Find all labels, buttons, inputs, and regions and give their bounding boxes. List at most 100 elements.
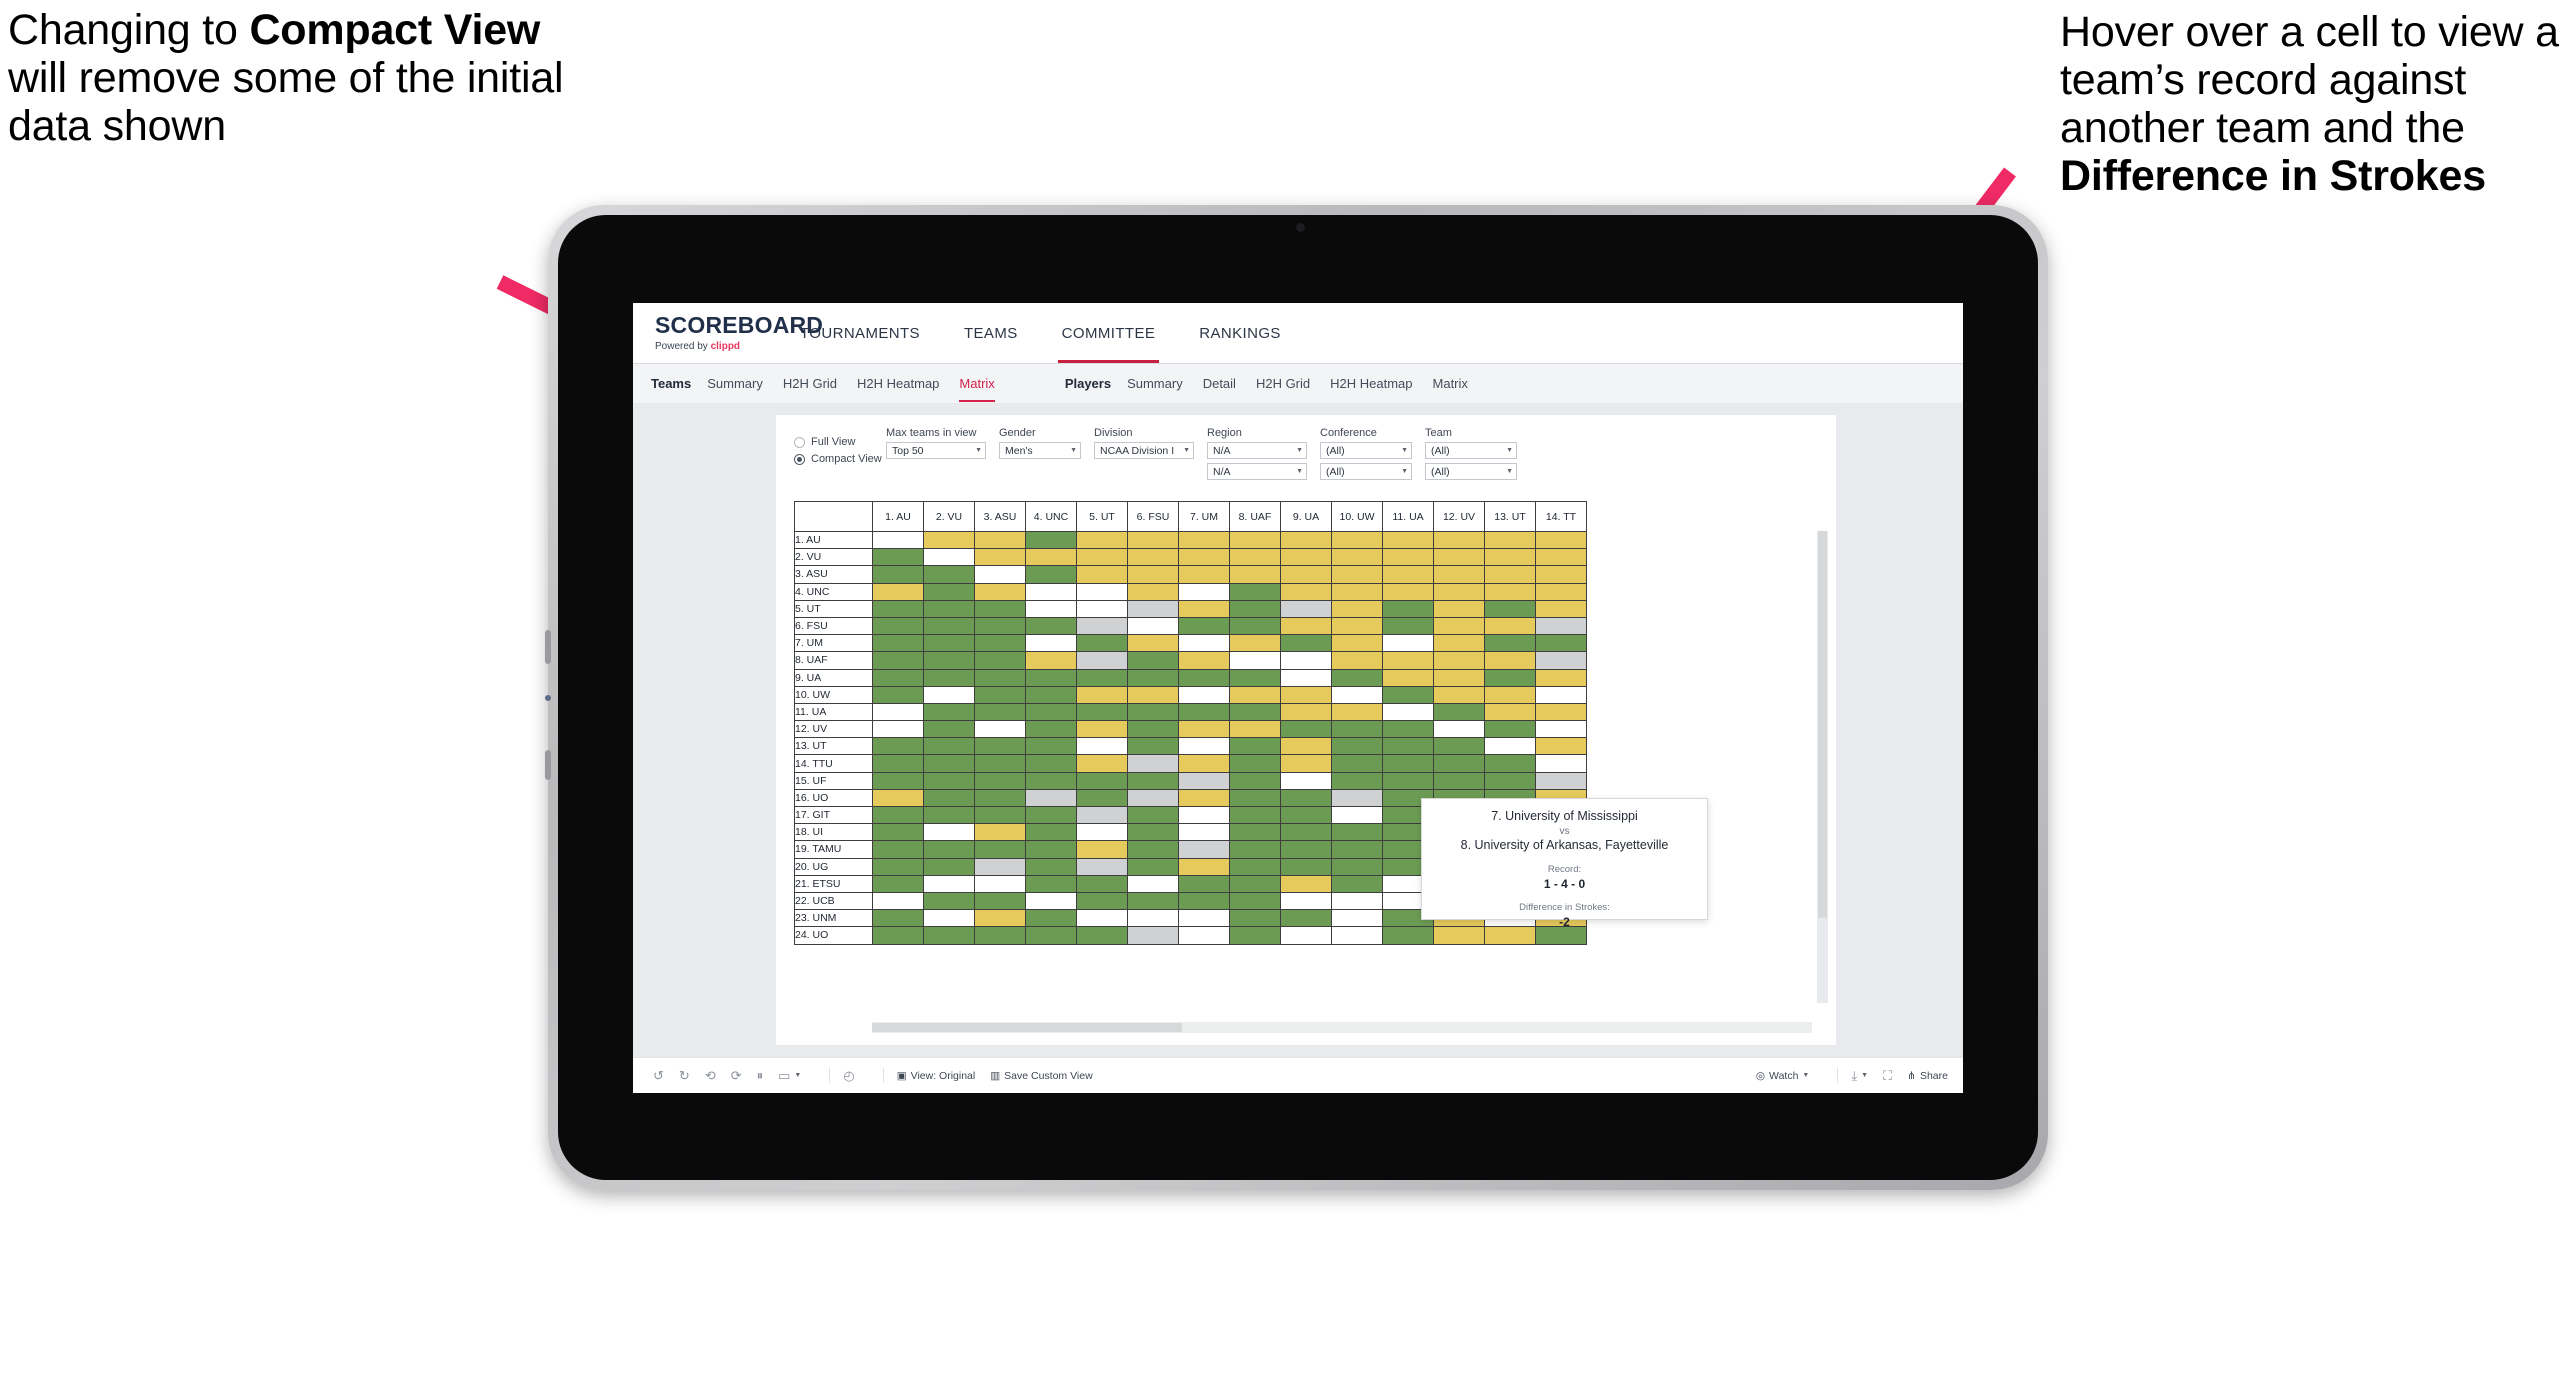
matrix-cell[interactable] — [923, 857, 975, 876]
matrix-cell[interactable] — [974, 530, 1026, 550]
matrix-cell[interactable] — [974, 599, 1026, 618]
matrix-cell[interactable] — [974, 926, 1026, 945]
matrix-cell[interactable] — [1331, 823, 1383, 842]
revert-icon[interactable]: ⟲ — [705, 1068, 716, 1084]
matrix-cell[interactable] — [1025, 548, 1077, 567]
matrix-cell[interactable] — [974, 582, 1026, 601]
radio-icon-full-view[interactable] — [794, 436, 805, 448]
matrix-cell[interactable] — [1127, 668, 1179, 687]
matrix-cell[interactable] — [923, 616, 975, 636]
matrix-cell[interactable] — [1025, 788, 1077, 808]
radio-compact-view[interactable]: Compact View — [794, 453, 886, 465]
matrix-cell[interactable] — [1076, 926, 1128, 945]
matrix-cell[interactable] — [974, 685, 1026, 704]
matrix-cell[interactable] — [1484, 634, 1536, 653]
history-icon[interactable]: ◴ — [843, 1068, 854, 1084]
matrix-cell[interactable] — [1025, 634, 1077, 653]
matrix-cell[interactable] — [1127, 857, 1179, 876]
matrix-cell[interactable] — [872, 926, 924, 945]
matrix-cell[interactable] — [1331, 634, 1383, 653]
matrix-cell[interactable] — [872, 840, 924, 859]
matrix-cell[interactable] — [1535, 771, 1587, 790]
matrix-column-header[interactable]: 5. UT — [1076, 501, 1128, 532]
matrix-cell[interactable] — [974, 548, 1026, 567]
matrix-cell[interactable] — [1535, 616, 1587, 636]
matrix-cell[interactable] — [1280, 616, 1332, 636]
matrix-cell[interactable] — [1280, 634, 1332, 653]
matrix-cell[interactable] — [1178, 720, 1230, 739]
select-conference-secondary[interactable]: (All) ▼ — [1320, 463, 1412, 480]
matrix-cell[interactable] — [1280, 926, 1332, 945]
matrix-cell[interactable] — [1025, 754, 1077, 773]
matrix-cell[interactable] — [974, 702, 1026, 722]
matrix-row-header[interactable]: 23. UNM — [794, 909, 873, 928]
matrix-cell[interactable] — [974, 909, 1026, 928]
matrix-row-header[interactable]: 1. AU — [794, 530, 873, 550]
matrix-cell[interactable] — [1178, 668, 1230, 687]
matrix-cell[interactable] — [1025, 823, 1077, 842]
matrix-cell[interactable] — [1127, 685, 1179, 704]
select-team-primary[interactable]: (All) ▼ — [1425, 442, 1517, 459]
matrix-cell[interactable] — [1535, 565, 1587, 584]
matrix-column-header[interactable]: 4. UNC — [1025, 501, 1077, 532]
matrix-cell[interactable] — [1076, 754, 1128, 773]
matrix-row-header[interactable]: 5. UT — [794, 599, 873, 618]
matrix-cell[interactable] — [1229, 582, 1281, 601]
matrix-row-header[interactable]: 6. FSU — [794, 616, 873, 636]
matrix-row-header[interactable]: 24. UO — [794, 926, 873, 945]
matrix-cell[interactable] — [1331, 788, 1383, 808]
matrix-cell[interactable] — [974, 565, 1026, 584]
matrix-cell[interactable] — [923, 926, 975, 945]
tab-players-h2h-grid[interactable]: H2H Grid — [1256, 376, 1310, 391]
pause-icon[interactable]: ⏸ — [757, 1068, 764, 1084]
refresh-icon[interactable]: ⟳ — [731, 1068, 742, 1084]
matrix-cell[interactable] — [1025, 874, 1077, 893]
matrix-cell[interactable] — [1127, 702, 1179, 722]
matrix-cell[interactable] — [1025, 805, 1077, 825]
matrix-cell[interactable] — [1127, 548, 1179, 567]
redo-icon[interactable]: ↻ — [679, 1068, 690, 1084]
matrix-column-header[interactable]: 11. UA — [1382, 501, 1434, 532]
matrix-cell[interactable] — [1331, 805, 1383, 825]
matrix-cell[interactable] — [974, 823, 1026, 842]
matrix-cell[interactable] — [1484, 754, 1536, 773]
matrix-cell[interactable] — [872, 737, 924, 756]
matrix-cell[interactable] — [1331, 720, 1383, 739]
matrix-cell[interactable] — [1025, 599, 1077, 618]
matrix-cell[interactable] — [1484, 668, 1536, 687]
matrix-cell[interactable] — [1382, 754, 1434, 773]
matrix-cell[interactable] — [1076, 582, 1128, 601]
matrix-cell[interactable] — [1229, 685, 1281, 704]
matrix-cell[interactable] — [1229, 823, 1281, 842]
brand-logo[interactable]: SCOREBOARD Powered by clippd — [633, 303, 823, 363]
matrix-cell[interactable] — [1433, 926, 1485, 945]
matrix-cell[interactable] — [1433, 720, 1485, 739]
matrix-column-header[interactable]: 2. VU — [923, 501, 975, 532]
matrix-cell[interactable] — [1229, 926, 1281, 945]
matrix-row-header[interactable]: 8. UAF — [794, 651, 873, 670]
select-team-secondary[interactable]: (All) ▼ — [1425, 463, 1517, 480]
matrix-cell[interactable] — [1076, 788, 1128, 808]
matrix-row-header[interactable]: 12. UV — [794, 720, 873, 739]
tab-teams-summary[interactable]: Summary — [707, 376, 763, 391]
matrix-cell[interactable] — [1484, 530, 1536, 550]
power-button[interactable] — [545, 750, 551, 780]
matrix-cell[interactable] — [974, 788, 1026, 808]
matrix-cell[interactable] — [974, 634, 1026, 653]
matrix-cell[interactable] — [1229, 702, 1281, 722]
matrix-cell[interactable] — [1382, 685, 1434, 704]
matrix-cell[interactable] — [1331, 874, 1383, 893]
tab-players-h2h-heatmap[interactable]: H2H Heatmap — [1330, 376, 1412, 391]
matrix-cell[interactable] — [1484, 685, 1536, 704]
matrix-cell[interactable] — [923, 565, 975, 584]
matrix-cell[interactable] — [923, 754, 975, 773]
matrix-cell[interactable] — [1433, 565, 1485, 584]
matrix-cell[interactable] — [1178, 857, 1230, 876]
matrix-column-header[interactable]: 14. TT — [1535, 501, 1587, 532]
tab-teams-matrix[interactable]: Matrix — [959, 376, 996, 402]
matrix-cell[interactable] — [1178, 823, 1230, 842]
share-button[interactable]: ⋔ Share — [1907, 1070, 1948, 1082]
matrix-cell[interactable] — [1331, 548, 1383, 567]
matrix-cell[interactable] — [872, 685, 924, 704]
matrix-cell[interactable] — [1382, 530, 1434, 550]
